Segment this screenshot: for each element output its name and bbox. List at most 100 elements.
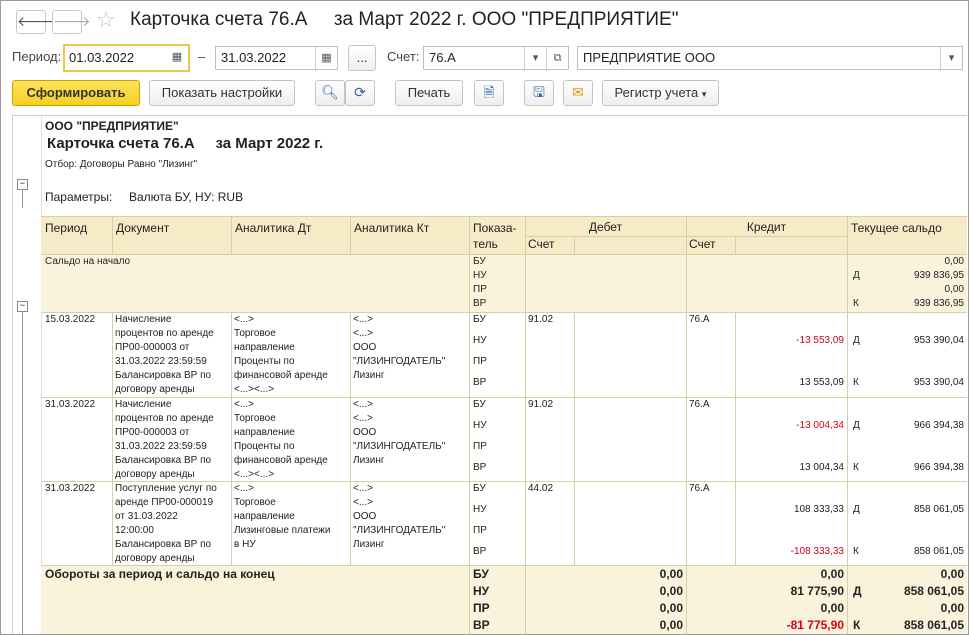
report-org: ООО "ПРЕДПРИЯТИЕ"	[45, 119, 179, 133]
indicator: НУ	[473, 584, 490, 598]
debit-total: 0,00	[659, 584, 683, 598]
title-bar: 🡐 🡒 ☆ Карточка счета 76.А за Март 2022 г…	[0, 0, 969, 42]
debit-account: 44.02	[528, 483, 554, 494]
row-document[interactable]: Поступление услуг по аренде ПР00-000019 …	[115, 482, 217, 566]
arrow-left-icon: 🡐	[17, 14, 55, 30]
indicator: ПР	[473, 356, 487, 367]
period-select-button[interactable]: ...	[348, 45, 376, 71]
back-button[interactable]: 🡐	[16, 10, 55, 34]
row-analytics-kt: <...> <...> ООО "ЛИЗИНГОДАТЕЛЬ" Лизинг	[353, 399, 446, 466]
indicator: БУ	[473, 567, 489, 581]
report-filter: Отбор: Договоры Равно "Лизинг"	[45, 159, 198, 170]
report-area[interactable]: − − ООО "ПРЕДПРИЯТИЕ" Карточка счета 76.…	[12, 115, 967, 634]
save-button[interactable]: 🖫	[524, 80, 554, 106]
indicator: ВР	[473, 462, 487, 473]
search-button[interactable]: 🔍︎	[315, 80, 345, 106]
row-analytics-dt: <...> Торговое направление Проценты по ф…	[234, 314, 328, 395]
credit-total: -81 775,90	[786, 618, 844, 632]
col-document: Документ	[116, 221, 170, 235]
indicator: НУ	[473, 270, 487, 281]
indicator: НУ	[473, 504, 487, 515]
credit-total: 0,00	[820, 567, 844, 581]
balance-value: 858 061,05	[913, 546, 964, 557]
credit-account: 76.А	[689, 314, 710, 325]
dropdown-arrow-icon[interactable]: ▾	[940, 47, 962, 71]
balance-value: 966 394,38	[913, 462, 964, 473]
credit-value: 13 553,09	[799, 377, 845, 388]
show-settings-button[interactable]: Показать настройки	[149, 80, 295, 106]
search-refresh-button[interactable]: ⟳	[345, 80, 375, 106]
organization-field[interactable]: ПРЕДПРИЯТИЕ ООО ▾	[577, 46, 963, 71]
dk-flag: К	[853, 462, 859, 473]
credit-value: -13 553,09	[796, 335, 844, 346]
debit-total: 0,00	[659, 567, 683, 581]
totals-label: Обороты за период и сальдо на конец	[45, 567, 275, 581]
account-label: Счет:	[387, 49, 420, 64]
preview-button[interactable]: 🗎	[474, 80, 504, 106]
indicator: НУ	[473, 420, 487, 431]
row-document[interactable]: Начисление процентов по аренде ПР00-0000…	[115, 398, 214, 482]
balance-value: 966 394,38	[913, 420, 964, 431]
balance-value: 0,00	[944, 284, 964, 295]
col-credit: Кредит	[746, 220, 787, 234]
credit-value: -108 333,33	[790, 546, 844, 557]
date-from-value: 01.03.2022	[69, 50, 135, 65]
star-icon[interactable]: ☆	[96, 8, 116, 34]
date-to-value: 31.03.2022	[221, 50, 287, 65]
date-to-field[interactable]: 31.03.2022 ▦	[215, 46, 338, 71]
row-document[interactable]: Начисление процентов по аренде ПР00-0000…	[115, 313, 214, 397]
forward-button[interactable]: 🡒	[52, 10, 91, 34]
dk-flag: Д	[853, 584, 862, 598]
window-title: Карточка счета 76.А за Март 2022 г. ООО …	[130, 9, 679, 30]
debit-account: 91.02	[528, 399, 554, 410]
accounting-register-label: Регистр учета	[614, 85, 699, 100]
dk-flag: Д	[853, 504, 860, 515]
row-period: 31.03.2022	[45, 399, 96, 410]
print-button[interactable]: Печать	[395, 80, 463, 106]
generate-button[interactable]: Сформировать	[12, 80, 140, 106]
indicator: ВР	[473, 377, 487, 388]
col-balance: Текущее сальдо	[851, 221, 942, 235]
indicator: НУ	[473, 335, 487, 346]
debit-total: 0,00	[659, 618, 683, 632]
balance-value: 939 836,95	[913, 298, 964, 309]
balance-total: 0,00	[940, 567, 964, 581]
email-icon: ✉	[572, 85, 584, 101]
dk-flag: Д	[853, 420, 860, 431]
collapse-icon[interactable]: −	[17, 301, 28, 312]
date-from-field[interactable]: 01.03.2022 ▦	[63, 44, 190, 72]
indicator: ПР	[473, 441, 487, 452]
row-period: 15.03.2022	[45, 314, 96, 325]
balance-value: 953 390,04	[913, 377, 964, 388]
balance-value: 939 836,95	[913, 270, 964, 281]
indicator: ПР	[473, 601, 490, 615]
credit-value: 13 004,34	[799, 462, 845, 473]
indicator: БУ	[473, 256, 486, 267]
accounting-register-button[interactable]: Регистр учета ▾	[602, 80, 719, 106]
arrow-right-icon: 🡒	[53, 14, 91, 30]
calendar-icon[interactable]: ▦	[315, 47, 337, 71]
group-line	[22, 190, 23, 208]
date-dash: –	[198, 49, 206, 64]
credit-value: 108 333,33	[793, 504, 844, 515]
account-value: 76.А	[429, 50, 456, 65]
balance-total: 858 061,05	[903, 618, 964, 632]
credit-total: 81 775,90	[790, 584, 844, 598]
collapse-icon[interactable]: −	[17, 179, 28, 190]
credit-total: 0,00	[820, 601, 844, 615]
indicator: ПР	[473, 525, 487, 536]
indicator: ВР	[473, 618, 490, 632]
indicator: ПР	[473, 284, 487, 295]
calendar-icon[interactable]: ▦	[166, 46, 188, 70]
indicator: ВР	[473, 546, 487, 557]
dropdown-arrow-icon[interactable]: ▾	[524, 47, 546, 71]
email-button[interactable]: ✉	[563, 80, 593, 106]
account-field[interactable]: 76.А ▾ ⧉	[423, 46, 569, 71]
col-analytics-dt: Аналитика Дт	[235, 221, 312, 235]
period-label: Период:	[12, 49, 62, 64]
open-icon[interactable]: ⧉	[546, 47, 568, 71]
row-analytics-dt: <...> Торговое направление Лизинговые пл…	[234, 483, 331, 550]
print-preview-icon: 🗎	[483, 85, 495, 101]
row-analytics-kt: <...> <...> ООО "ЛИЗИНГОДАТЕЛЬ" Лизинг	[353, 483, 446, 550]
col-debit-account: Счет	[528, 237, 555, 251]
